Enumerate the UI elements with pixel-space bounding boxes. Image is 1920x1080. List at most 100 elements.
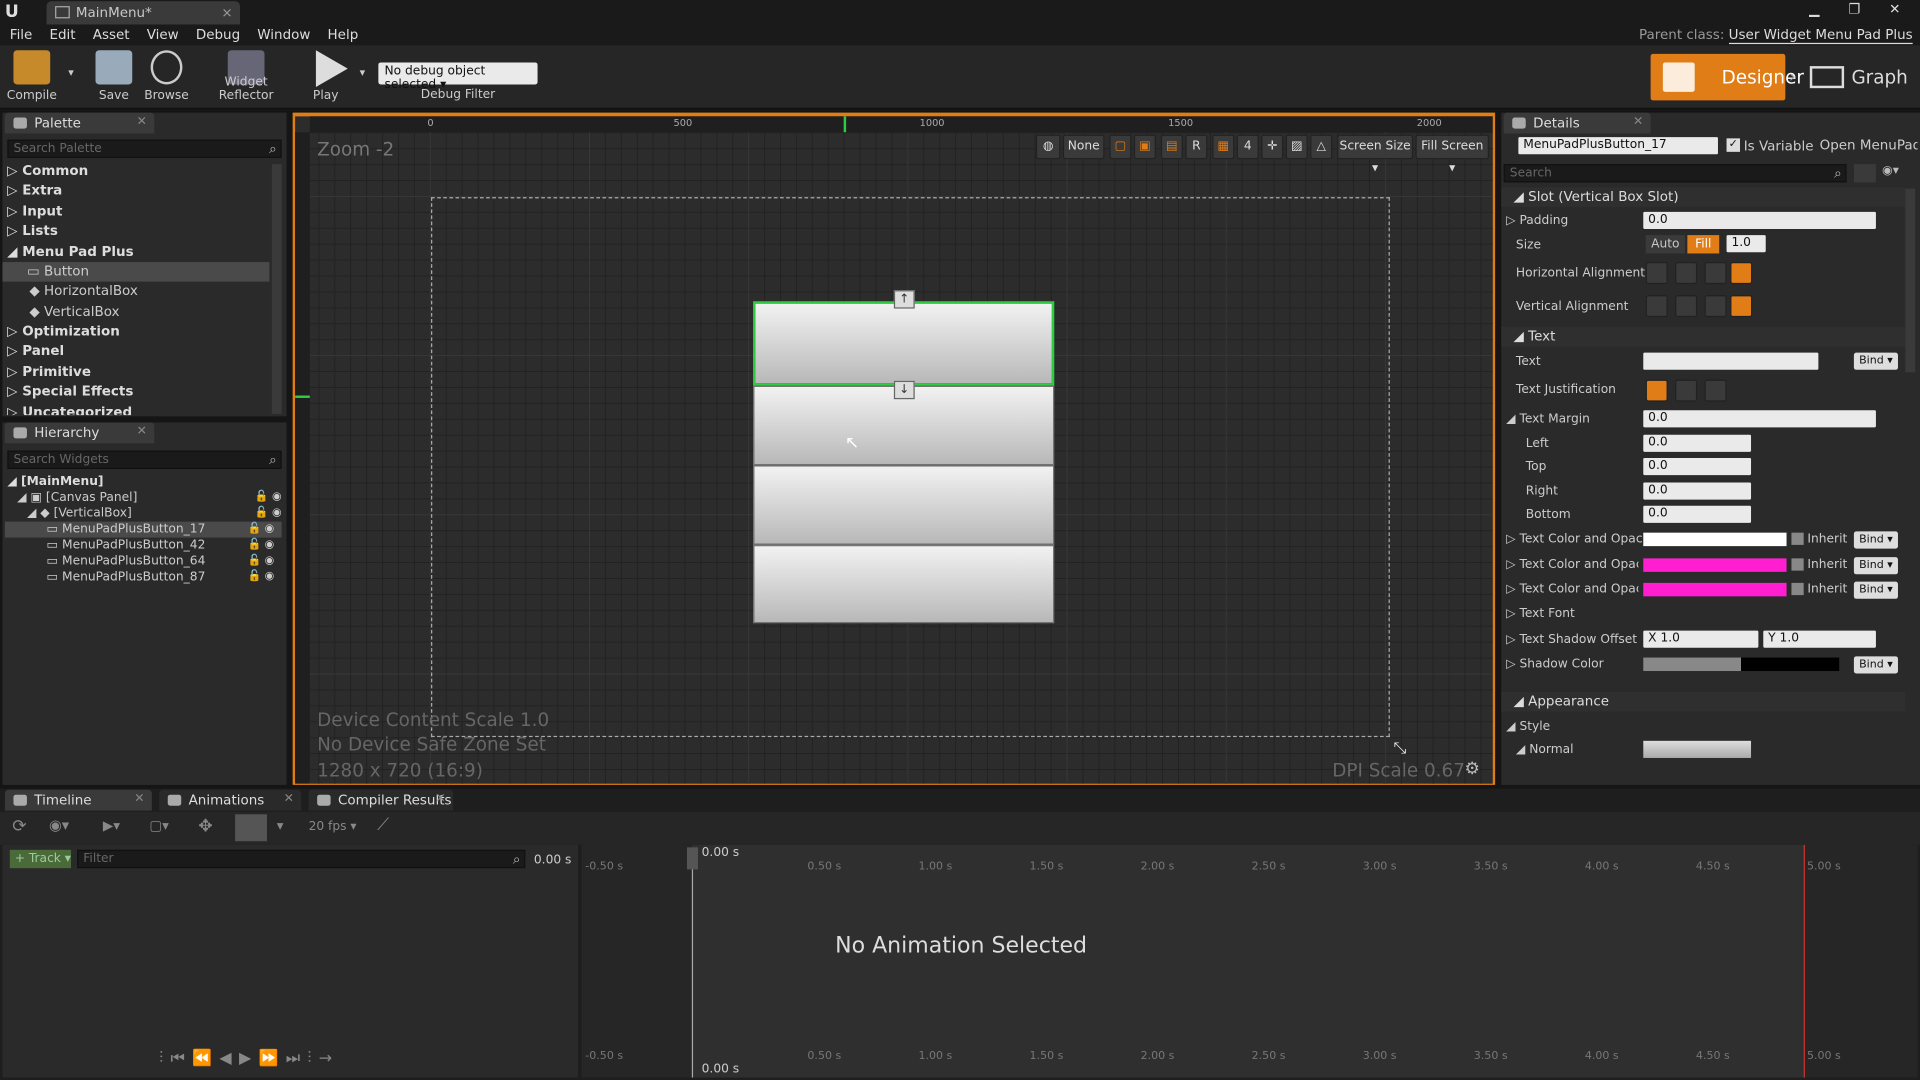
designer-mode-button[interactable]: Designer <box>1650 53 1804 101</box>
close-icon[interactable]: ✕ <box>134 792 144 805</box>
gear-icon[interactable]: ⚙ <box>1465 759 1480 779</box>
bind-button[interactable]: Bind ▾ <box>1853 656 1898 674</box>
margin-bottom-input[interactable]: 0.0 <box>1643 505 1752 523</box>
palette-category-menu-pad-plus[interactable]: ◢ Menu Pad Plus <box>2 242 134 262</box>
align-center-icon[interactable] <box>1675 262 1698 285</box>
margin-right-input[interactable]: 0.0 <box>1643 482 1752 500</box>
palette-category-panel[interactable]: ▷ Panel <box>2 342 64 362</box>
move-down-arrow-icon[interactable]: ↓ <box>893 380 915 400</box>
palette-category-common[interactable]: ▷ Common <box>2 162 88 182</box>
justify-left-icon[interactable] <box>1645 379 1668 402</box>
window-controls[interactable]: ▁ ❐ ✕ <box>1809 1 1913 17</box>
align-vfill-icon[interactable] <box>1730 295 1753 318</box>
inherit-checkbox[interactable] <box>1791 532 1804 545</box>
debug-object-select[interactable]: No debug object selected ▾ <box>378 62 538 92</box>
align-bottom-icon[interactable] <box>1704 295 1727 318</box>
open-widget-link[interactable]: Open MenuPadPl <box>1820 137 1918 153</box>
compile-options-chevron-icon[interactable]: ▾ <box>64 45 79 109</box>
property-matrix-icon[interactable] <box>1853 164 1876 183</box>
browse-button[interactable]: Browse <box>140 45 194 109</box>
palette-category-extra[interactable]: ▷ Extra <box>2 181 62 201</box>
text-input[interactable] <box>1643 352 1819 370</box>
widget-reflector-button[interactable]: Widget Reflector <box>196 45 296 109</box>
key-icon[interactable] <box>235 814 267 842</box>
align-top-icon[interactable] <box>1645 295 1668 318</box>
hierarchy-item[interactable]: ▭ MenuPadPlusButton_87 🔓 ◉ <box>5 569 282 585</box>
fill-screen-dropdown[interactable]: Fill Screen ▾ <box>1415 134 1489 175</box>
text-font-label[interactable]: ▷ Text Font <box>1506 607 1575 620</box>
canvas-button[interactable] <box>753 544 1055 624</box>
size-value-input[interactable]: 1.0 <box>1726 235 1766 253</box>
playback-icon[interactable]: ▶▾ <box>103 818 120 834</box>
text-margin-input[interactable]: 0.0 <box>1643 410 1876 428</box>
respect-locks-button[interactable]: R <box>1185 134 1208 160</box>
menu-view[interactable]: View <box>147 24 179 45</box>
palette-category-uncategorized[interactable]: ▷ Uncategorized <box>2 403 132 415</box>
palette-category-primitive[interactable]: ▷ Primitive <box>2 362 91 382</box>
size-fill-button[interactable]: Fill <box>1687 235 1720 254</box>
bind-button[interactable]: Bind ▾ <box>1853 352 1898 370</box>
move-up-arrow-icon[interactable]: ↑ <box>893 290 915 309</box>
image-icon[interactable]: ▨ <box>1285 134 1308 160</box>
visibility-eye-icon[interactable]: ◉▾ <box>1882 164 1914 182</box>
palette-tab[interactable]: Palette ✕ <box>4 112 155 134</box>
menu-file[interactable]: File <box>10 24 33 45</box>
details-search-input[interactable]: Search ⌕ <box>1503 164 1847 183</box>
hierarchy-item[interactable]: ▭ MenuPadPlusButton_64 🔓 ◉ <box>5 553 282 569</box>
parent-class-link[interactable]: User Widget Menu Pad Plus <box>1728 26 1913 45</box>
menu-asset[interactable]: Asset <box>93 24 130 45</box>
align-left-icon[interactable] <box>1645 262 1668 285</box>
shadow-color-swatch[interactable] <box>1643 657 1840 672</box>
transform-icon[interactable]: ✥ <box>198 817 212 837</box>
margin-left-input[interactable]: 0.0 <box>1643 434 1752 452</box>
align-fill-icon[interactable] <box>1730 262 1753 285</box>
justify-center-icon[interactable] <box>1675 379 1698 402</box>
timeline-area[interactable] <box>581 844 1918 1078</box>
key-options-chevron-icon[interactable]: ▾ <box>277 818 284 834</box>
appearance-section-header[interactable]: ◢ Appearance <box>1501 691 1906 712</box>
canvas-button[interactable] <box>753 465 1055 545</box>
menu-debug[interactable]: Debug <box>196 24 240 45</box>
shadow-offset-y-input[interactable]: Y 1.0 <box>1763 630 1876 648</box>
save-button[interactable]: Save <box>91 45 138 109</box>
palette-category-input[interactable]: ▷ Input <box>2 202 62 222</box>
menu-edit[interactable]: Edit <box>49 24 75 45</box>
grid-size-button[interactable]: 4 <box>1236 134 1259 160</box>
close-icon[interactable]: ✕ <box>284 792 294 805</box>
lock-icon[interactable]: ▣ <box>1133 134 1156 160</box>
hierarchy-verticalbox[interactable]: ◢ ◆ [VerticalBox] 🔓 ◉ <box>27 506 309 522</box>
track-filter-input[interactable]: Filter ⌕ <box>77 849 526 869</box>
none-button[interactable]: None <box>1062 134 1105 160</box>
text-section-header[interactable]: ◢ Text <box>1501 326 1906 347</box>
size-auto-button[interactable]: Auto <box>1645 235 1685 254</box>
refresh-icon[interactable]: ⟳ <box>12 817 26 837</box>
hierarchy-canvas-panel[interactable]: ◢ ▣ [Canvas Panel] 🔓 ◉ <box>17 490 299 506</box>
palette-category-optimization[interactable]: ▷ Optimization <box>2 322 120 342</box>
resize-handle-icon[interactable]: ⤡ <box>1393 740 1406 758</box>
close-icon[interactable]: ✕ <box>137 425 147 438</box>
crosshair-icon[interactable]: ✛ <box>1261 134 1284 160</box>
grid-snap-icon[interactable]: ▦ <box>1212 134 1235 160</box>
bind-button[interactable]: Bind ▾ <box>1853 557 1898 575</box>
document-tab[interactable]: MainMenu* × <box>46 1 241 25</box>
playback-controls[interactable]: ⫶⏮⏪◀▶⏩⏭⫶→ <box>159 1049 339 1067</box>
text-color-pressed-swatch[interactable] <box>1643 582 1787 597</box>
hierarchy-item[interactable]: ▭ MenuPadPlusButton_17 🔓 ◉ <box>4 521 282 538</box>
outline-icon[interactable]: ▢ <box>1109 134 1132 160</box>
hierarchy-root[interactable]: ◢ [MainMenu] <box>7 474 289 490</box>
graph-mode-button[interactable]: Graph <box>1807 54 1912 101</box>
normal-style-preview[interactable] <box>1643 740 1752 758</box>
play-button[interactable]: Play <box>299 45 353 109</box>
playhead[interactable] <box>691 857 694 1078</box>
add-track-button[interactable]: + Track ▾ <box>9 849 72 869</box>
shadow-offset-x-input[interactable]: X 1.0 <box>1643 630 1759 648</box>
canvas-button-selected[interactable] <box>753 301 1055 386</box>
bind-button[interactable]: Bind ▾ <box>1853 581 1898 599</box>
hierarchy-tab[interactable]: Hierarchy ✕ <box>4 422 155 444</box>
is-variable-checkbox[interactable]: ✓ <box>1726 138 1741 152</box>
widget-name-input[interactable]: MenuPadPlusButton_17 <box>1518 137 1718 155</box>
fps-dropdown[interactable]: 20 fps ▾ <box>309 820 357 833</box>
selection-icon[interactable]: ▢▾ <box>149 818 168 834</box>
inherit-checkbox[interactable] <box>1791 558 1804 571</box>
compiler-results-tab[interactable]: Compiler Results ✕ <box>308 789 454 811</box>
